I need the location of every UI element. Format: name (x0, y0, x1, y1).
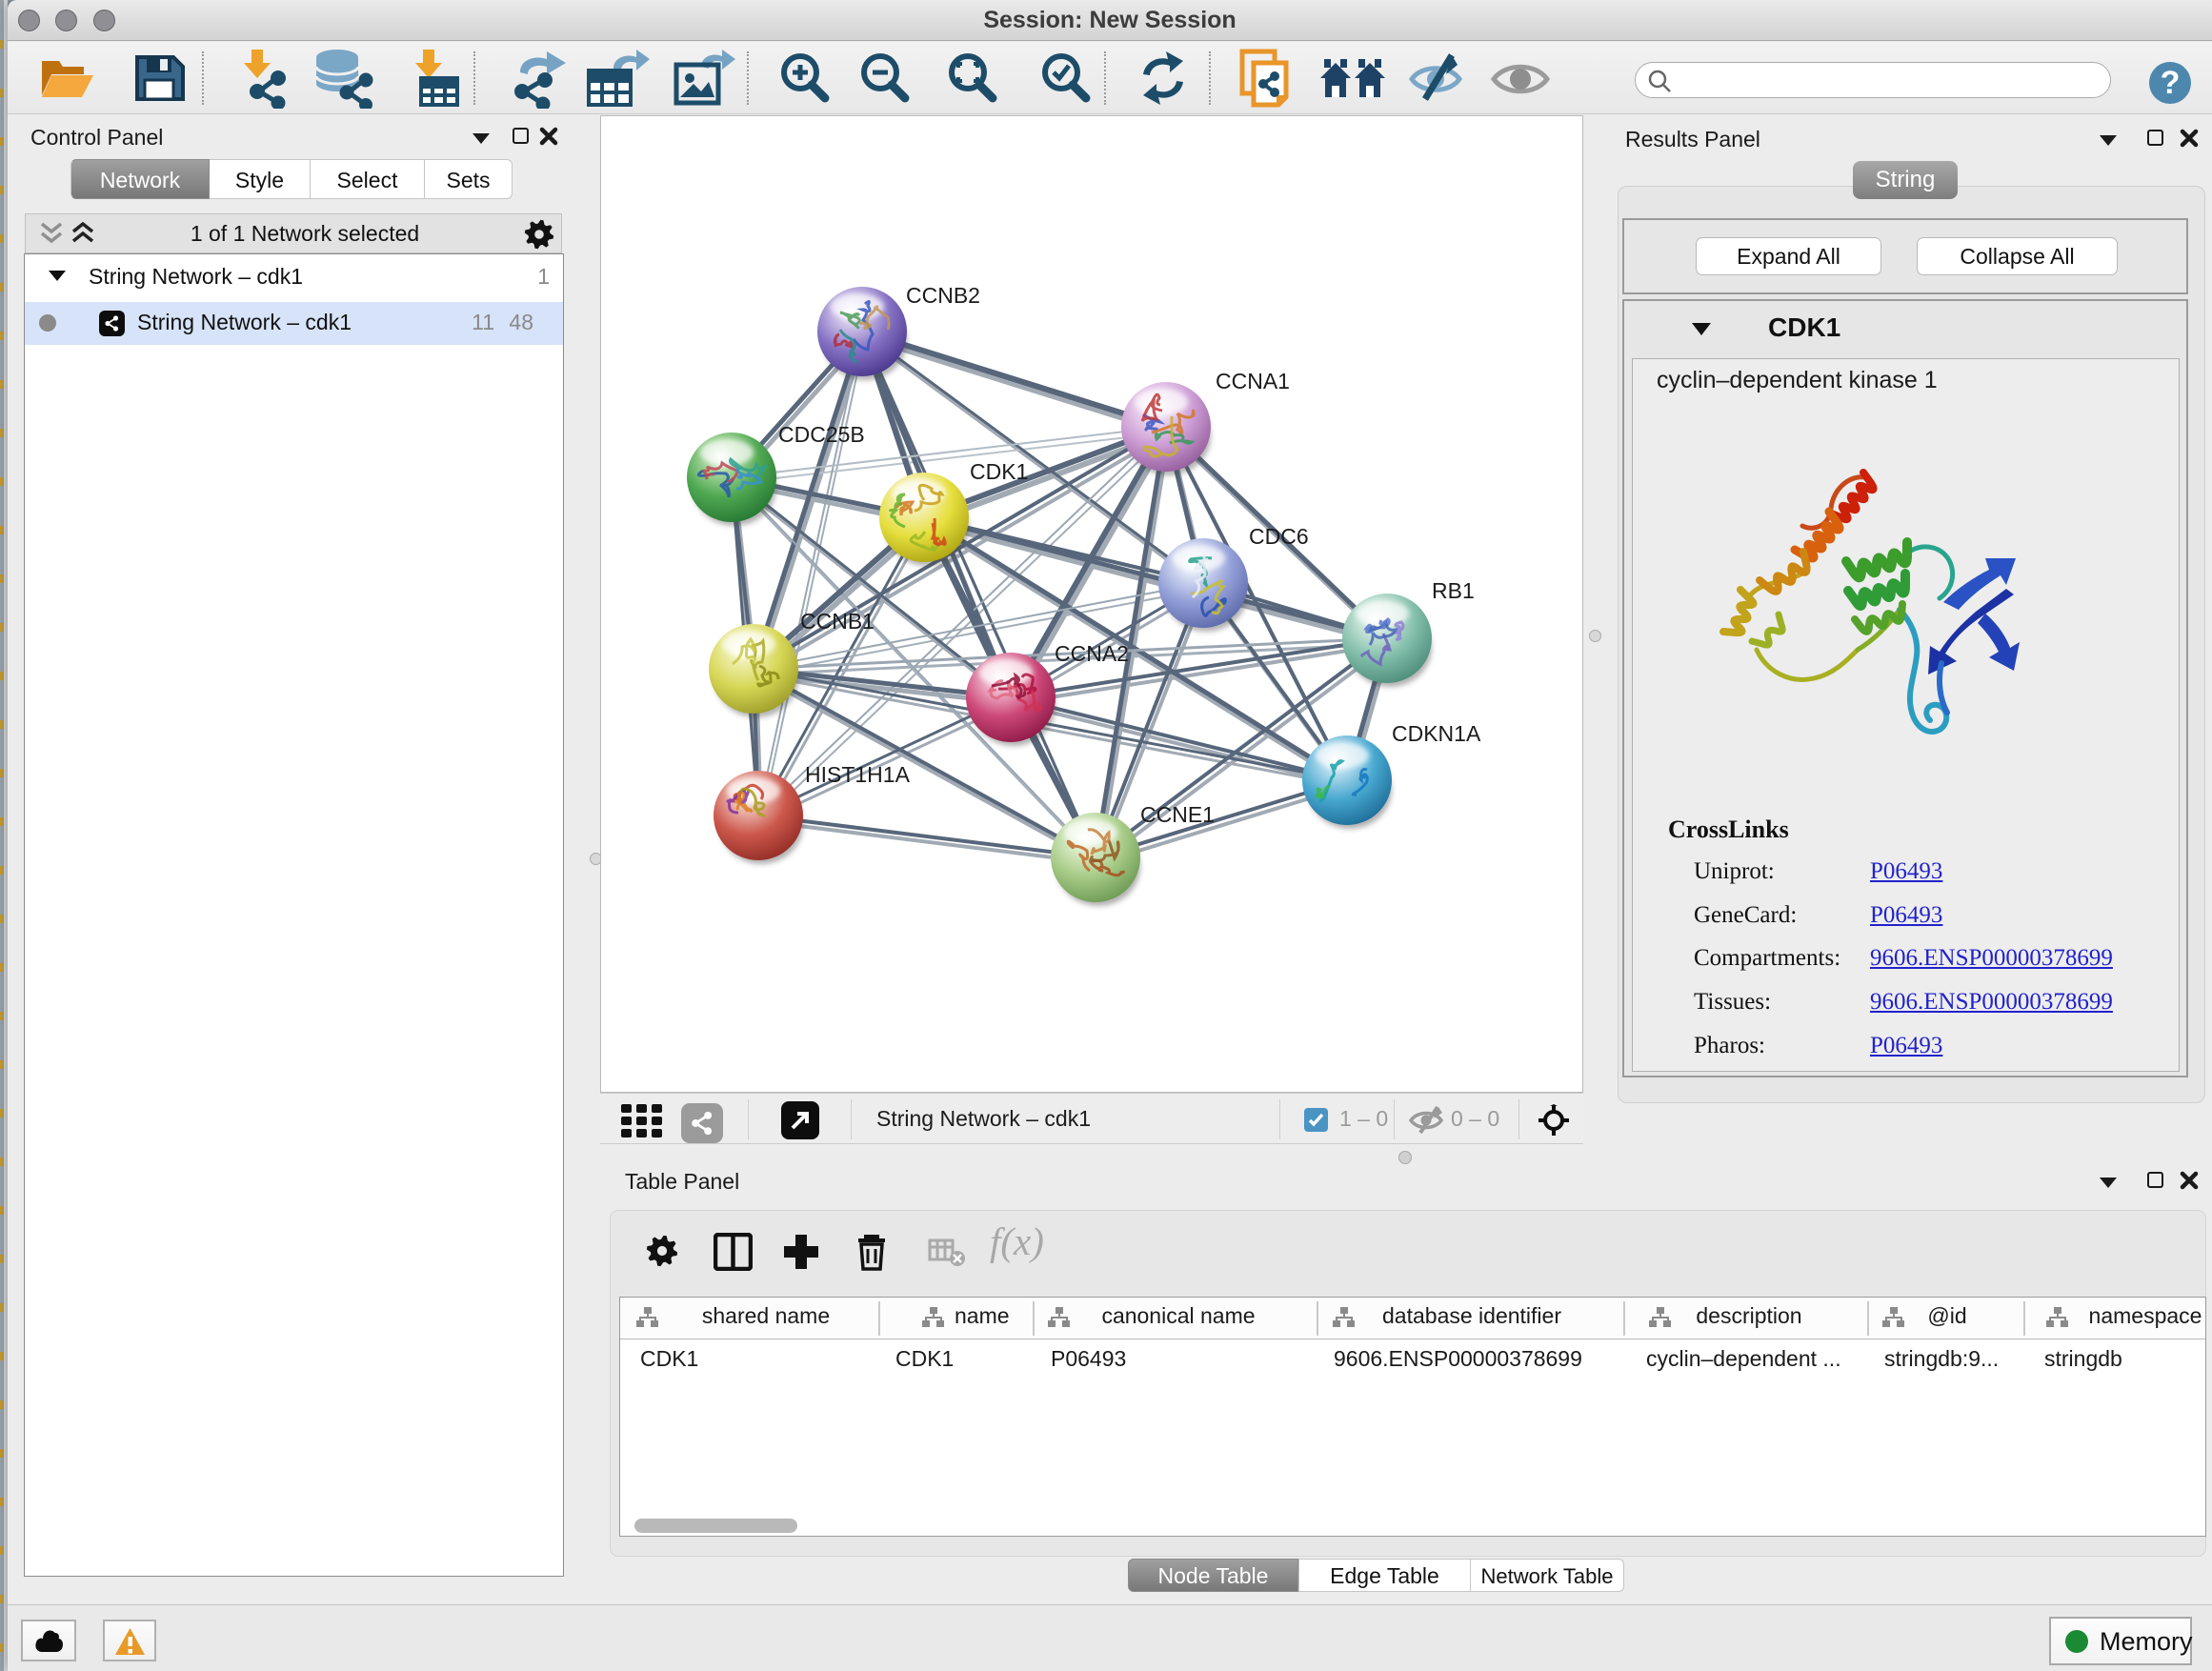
svg-text:CCNA2: CCNA2 (1055, 641, 1129, 666)
svg-text:CCNA1: CCNA1 (1216, 369, 1290, 393)
svg-text:CDK1: CDK1 (970, 459, 1028, 484)
svg-text:CDKN1A: CDKN1A (1392, 721, 1481, 746)
svg-text:CCNB2: CCNB2 (906, 283, 980, 308)
svg-text:HIST1H1A: HIST1H1A (805, 762, 911, 787)
svg-text:CDC25B: CDC25B (778, 422, 865, 447)
svg-text:CDC6: CDC6 (1249, 524, 1309, 549)
svg-text:CCNB1: CCNB1 (800, 609, 875, 634)
svg-text:RB1: RB1 (1432, 578, 1475, 603)
svg-text:CCNE1: CCNE1 (1140, 802, 1215, 827)
